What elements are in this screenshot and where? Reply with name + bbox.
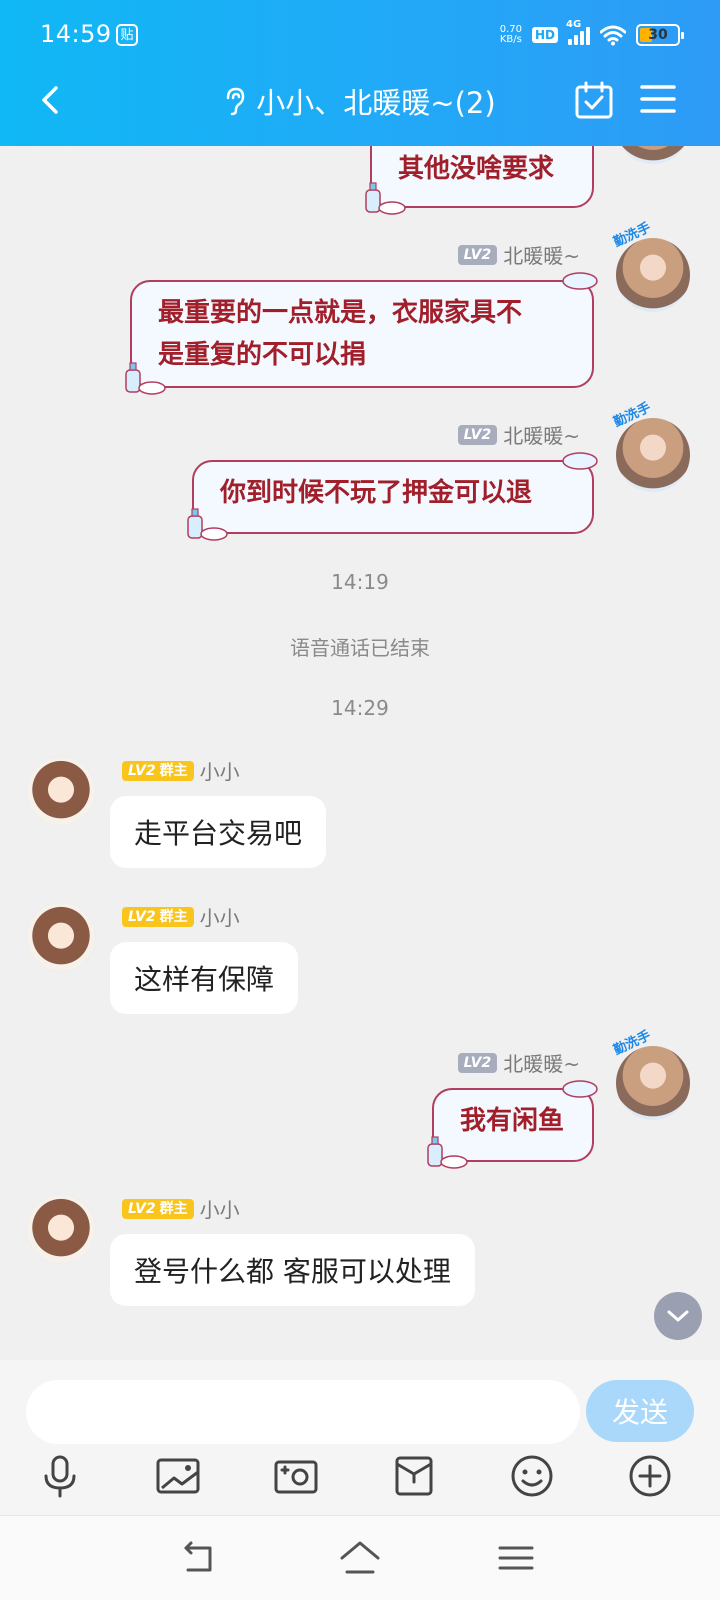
plus-icon[interactable] bbox=[626, 1452, 674, 1500]
top-header: 14:59 贴 0.70 KB/s HD 4G 30 小小、北暖暖~(2) bbox=[0, 0, 720, 146]
sender-name: 北暖暖~ bbox=[503, 1052, 580, 1076]
message-input[interactable] bbox=[26, 1380, 580, 1444]
chat-history[interactable]: 其他没啥要求 LV2 北暖暖~ 勤洗手 最重要的一点就是，衣服家具不 是重复的不… bbox=[0, 146, 720, 1360]
sender-line: LV2 北暖暖~ bbox=[457, 1048, 580, 1077]
hd-badge: HD bbox=[531, 27, 558, 43]
calendar-check-icon[interactable] bbox=[574, 80, 614, 120]
level-badge: LV2 群主 bbox=[122, 1198, 194, 1219]
sender-line: LV2 北暖暖~ bbox=[457, 420, 580, 449]
level-badge: LV2 群主 bbox=[122, 760, 194, 781]
owner-badge: 群主 bbox=[159, 762, 188, 779]
level-label: LV2 bbox=[128, 908, 156, 925]
avatar-decoration-text: 勤洗手 bbox=[611, 1028, 654, 1059]
tieba-notification-icon: 贴 bbox=[116, 24, 138, 46]
message-bubble[interactable]: 我有闲鱼 bbox=[427, 1080, 598, 1169]
message-bubble[interactable]: 登号什么都 客服可以处理 bbox=[110, 1234, 475, 1306]
chevron-down-icon bbox=[667, 1310, 689, 1322]
avatar-decoration-text: 勤洗手 bbox=[611, 220, 654, 251]
battery-icon: 30 bbox=[636, 24, 684, 46]
ear-icon bbox=[227, 87, 245, 116]
send-button[interactable]: 发送 bbox=[586, 1380, 694, 1442]
sender-line: LV2 群主 小小 bbox=[122, 902, 240, 931]
battery-level: 30 bbox=[648, 27, 668, 43]
network-speed: 0.70 KB/s bbox=[500, 25, 522, 45]
sender-name: 北暖暖~ bbox=[503, 244, 580, 268]
message-bubble[interactable]: 你到时候不玩了押金可以退 bbox=[187, 452, 598, 541]
sanitizer-bottle-icon bbox=[365, 182, 406, 215]
message-text: 走平台交易吧 bbox=[134, 817, 303, 850]
wifi-icon bbox=[600, 25, 626, 46]
goggles-icon bbox=[562, 452, 598, 470]
timestamp: 14:19 bbox=[331, 570, 389, 594]
image-icon[interactable] bbox=[154, 1452, 202, 1500]
sender-line: LV2 北暖暖~ bbox=[457, 240, 580, 269]
network-type: 4G bbox=[566, 19, 582, 30]
status-time: 14:59 bbox=[40, 20, 112, 48]
emoji-icon[interactable] bbox=[508, 1452, 556, 1500]
level-label: LV2 bbox=[128, 1200, 156, 1217]
folder-icon[interactable] bbox=[390, 1452, 438, 1500]
owner-badge: 群主 bbox=[159, 908, 188, 925]
sender-line: LV2 群主 小小 bbox=[122, 1194, 240, 1223]
message-text: 你到时候不玩了押金可以退 bbox=[220, 478, 533, 508]
sanitizer-bottle-icon bbox=[187, 508, 228, 541]
avatar[interactable]: 勤洗手 bbox=[612, 220, 690, 312]
level-badge: LV2 bbox=[457, 244, 498, 265]
message-text-line: 是重复的不可以捐 bbox=[158, 340, 367, 370]
menu-icon[interactable] bbox=[640, 82, 676, 116]
home-nav-icon[interactable] bbox=[338, 1538, 382, 1578]
avatar[interactable] bbox=[26, 1194, 96, 1264]
camera-icon[interactable] bbox=[272, 1452, 320, 1500]
sender-name: 小小 bbox=[199, 906, 240, 930]
microphone-icon[interactable] bbox=[36, 1452, 84, 1500]
message-bubble[interactable]: 最重要的一点就是，衣服家具不 是重复的不可以捐 bbox=[125, 272, 598, 395]
sender-name: 北暖暖~ bbox=[503, 424, 580, 448]
message-bubble[interactable]: 这样有保障 bbox=[110, 942, 299, 1014]
message-text: 登号什么都 客服可以处理 bbox=[134, 1255, 451, 1288]
message-bubble[interactable]: 其他没啥要求 bbox=[365, 146, 594, 215]
message-text: 其他没啥要求 bbox=[398, 154, 555, 184]
avatar[interactable] bbox=[616, 146, 690, 164]
recent-apps-icon[interactable] bbox=[494, 1538, 538, 1578]
scroll-to-bottom-button[interactable] bbox=[654, 1292, 702, 1340]
input-toolbar bbox=[0, 1452, 720, 1512]
level-badge: LV2 群主 bbox=[122, 906, 194, 927]
level-badge: LV2 bbox=[457, 424, 498, 445]
level-label: LV2 bbox=[128, 762, 156, 779]
level-badge: LV2 bbox=[457, 1052, 498, 1073]
timestamp: 14:29 bbox=[331, 696, 389, 720]
status-indicators: 0.70 KB/s HD 4G 30 bbox=[500, 19, 684, 50]
net-speed-unit: KB/s bbox=[499, 34, 522, 45]
avatar[interactable] bbox=[26, 756, 96, 826]
sanitizer-bottle-icon bbox=[427, 1136, 468, 1169]
avatar[interactable]: 勤洗手 bbox=[612, 400, 690, 492]
message-text: 这样有保障 bbox=[134, 963, 275, 996]
avatar[interactable] bbox=[26, 902, 96, 972]
sanitizer-bottle-icon bbox=[125, 362, 166, 395]
signal-icon: 4G bbox=[566, 19, 590, 45]
sender-name: 小小 bbox=[199, 760, 240, 784]
avatar-decoration-text: 勤洗手 bbox=[611, 400, 654, 431]
sender-line: LV2 群主 小小 bbox=[122, 756, 240, 785]
message-bubble[interactable]: 走平台交易吧 bbox=[110, 796, 327, 868]
avatar[interactable]: 勤洗手 bbox=[612, 1028, 690, 1120]
system-note: 语音通话已结束 bbox=[290, 636, 430, 660]
system-navigation-bar bbox=[0, 1515, 720, 1600]
message-text: 我有闲鱼 bbox=[460, 1106, 565, 1136]
sender-name: 小小 bbox=[199, 1198, 240, 1222]
input-area: 发送 bbox=[0, 1360, 720, 1515]
chat-title: 小小、北暖暖~(2) bbox=[256, 86, 496, 120]
goggles-icon bbox=[562, 1080, 598, 1098]
goggles-icon bbox=[562, 272, 598, 290]
back-nav-icon[interactable] bbox=[178, 1538, 222, 1578]
owner-badge: 群主 bbox=[159, 1200, 188, 1217]
message-text-line: 最重要的一点就是，衣服家具不 bbox=[158, 298, 523, 328]
